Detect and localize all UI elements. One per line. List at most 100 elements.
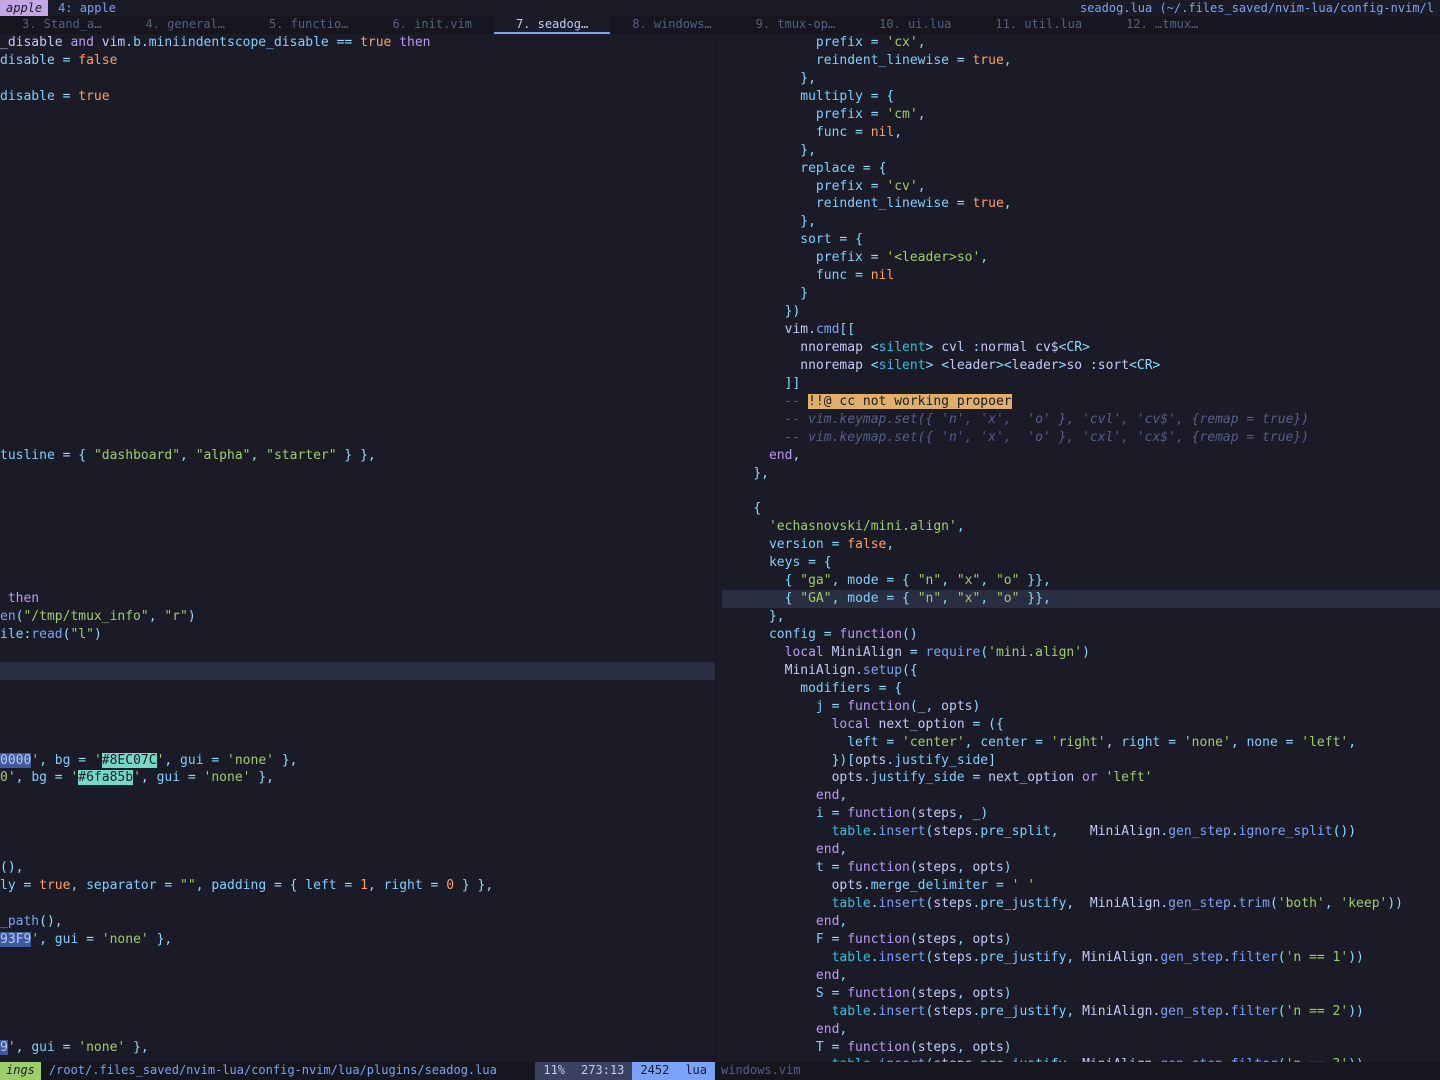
code-line[interactable]: end, — [722, 913, 1440, 931]
code-line[interactable] — [0, 985, 715, 1003]
code-line[interactable] — [0, 142, 715, 160]
code-line[interactable]: prefix = 'cx', — [722, 34, 1440, 52]
code-line[interactable]: -- vim.keymap.set({ 'n', 'x', 'o' }, 'cx… — [722, 429, 1440, 447]
code-line[interactable] — [0, 213, 715, 231]
code-line[interactable] — [0, 841, 715, 859]
code-line[interactable]: -- !!@ cc not working propoer — [722, 393, 1440, 411]
code-line[interactable]: replace = { — [722, 160, 1440, 178]
buffer-tab[interactable]: 4. general… — [123, 16, 246, 34]
code-line[interactable]: T = function(steps, opts) — [722, 1039, 1440, 1057]
code-line[interactable]: }, — [722, 465, 1440, 483]
editor-pane-right[interactable]: prefix = 'cx', reindent_linewise = true,… — [715, 34, 1440, 1062]
code-line[interactable] — [0, 429, 715, 447]
buffer-tab[interactable]: 11. util.lua — [973, 16, 1104, 34]
code-line[interactable]: reindent_linewise = true, — [722, 52, 1440, 70]
code-line[interactable] — [0, 160, 715, 178]
code-line[interactable]: disable = false — [0, 52, 715, 70]
code-line[interactable] — [0, 321, 715, 339]
code-line[interactable]: prefix = 'cv', — [722, 178, 1440, 196]
buffer-tab[interactable]: 6. init.vim — [370, 16, 493, 34]
code-line[interactable] — [0, 70, 715, 88]
code-line[interactable] — [0, 823, 715, 841]
code-line[interactable]: func = nil, — [722, 124, 1440, 142]
code-line[interactable]: table.insert(steps.pre_justify, MiniAlig… — [722, 1003, 1440, 1021]
code-line[interactable]: func = nil — [722, 267, 1440, 285]
code-line[interactable]: sort = { — [722, 231, 1440, 249]
code-line[interactable]: left = 'center', center = 'right', right… — [722, 734, 1440, 752]
buffer-tab[interactable]: 5. functio… — [247, 16, 370, 34]
code-line[interactable]: end, — [722, 841, 1440, 859]
code-line[interactable]: nnoremap <silent> cvl :normal cv$<CR> — [722, 339, 1440, 357]
buffer-tab[interactable]: 12. …tmux… — [1104, 16, 1220, 34]
code-line[interactable]: reindent_linewise = true, — [722, 195, 1440, 213]
code-line[interactable]: j = function(_, opts) — [722, 698, 1440, 716]
code-line[interactable]: tusline = { "dashboard", "alpha", "start… — [0, 447, 715, 465]
code-line[interactable] — [0, 1003, 715, 1021]
code-line[interactable] — [0, 106, 715, 124]
code-line[interactable]: keys = { — [722, 554, 1440, 572]
code-line[interactable]: 0', bg = '#6fa85b', gui = 'none' }, — [0, 769, 715, 787]
code-line[interactable]: opts.justify_side = next_option or 'left… — [722, 769, 1440, 787]
code-line[interactable]: nnoremap <silent> <leader><leader>so :so… — [722, 357, 1440, 375]
code-line[interactable]: F = function(steps, opts) — [722, 931, 1440, 949]
code-line[interactable] — [0, 554, 715, 572]
code-line[interactable]: { "ga", mode = { "n", "x", "o" }}, — [722, 572, 1440, 590]
code-line[interactable] — [0, 249, 715, 267]
code-line[interactable] — [0, 482, 715, 500]
tmux-window-active[interactable]: 4: apple — [48, 0, 126, 16]
code-line[interactable] — [0, 285, 715, 303]
code-line[interactable]: }, — [722, 213, 1440, 231]
code-line[interactable] — [0, 787, 715, 805]
code-line[interactable]: prefix = '<leader>so', — [722, 249, 1440, 267]
code-line[interactable]: version = false, — [722, 536, 1440, 554]
code-line[interactable]: 9', gui = 'none' }, — [0, 1039, 715, 1057]
code-line[interactable] — [0, 267, 715, 285]
code-line[interactable] — [0, 895, 715, 913]
code-line[interactable]: ly = true, separator = "", padding = { l… — [0, 877, 715, 895]
code-line[interactable] — [0, 500, 715, 518]
code-line[interactable]: 93F9', gui = 'none' }, — [0, 931, 715, 949]
code-line[interactable]: end, — [722, 787, 1440, 805]
code-line[interactable]: _path(), — [0, 913, 715, 931]
code-line[interactable] — [0, 195, 715, 213]
code-line[interactable] — [0, 662, 715, 680]
code-line[interactable]: i = function(steps, _) — [722, 805, 1440, 823]
code-line[interactable] — [0, 805, 715, 823]
code-line[interactable] — [0, 572, 715, 590]
code-line[interactable]: } — [722, 285, 1440, 303]
code-line[interactable] — [0, 949, 715, 967]
code-line[interactable] — [0, 357, 715, 375]
code-line[interactable]: local next_option = ({ — [722, 716, 1440, 734]
code-line[interactable]: table.insert(steps.pre_justify, MiniAlig… — [722, 949, 1440, 967]
code-line[interactable]: }, — [722, 608, 1440, 626]
code-line[interactable]: S = function(steps, opts) — [722, 985, 1440, 1003]
code-line[interactable]: end, — [722, 1021, 1440, 1039]
code-line[interactable] — [0, 716, 715, 734]
code-line[interactable]: ile:read("l") — [0, 626, 715, 644]
code-line[interactable]: (), — [0, 859, 715, 877]
code-line[interactable] — [0, 393, 715, 411]
code-line[interactable] — [0, 967, 715, 985]
code-line[interactable] — [0, 303, 715, 321]
code-line[interactable]: modifiers = { — [722, 680, 1440, 698]
code-line[interactable]: en("/tmp/tmux_info", "r") — [0, 608, 715, 626]
code-line[interactable]: table.insert(steps.pre_split, MiniAlign.… — [722, 823, 1440, 841]
buffer-tab[interactable]: 9. tmux-op… — [734, 16, 857, 34]
code-line[interactable]: 0000', bg = '#8EC07C', gui = 'none' }, — [0, 752, 715, 770]
code-line[interactable]: }, — [722, 70, 1440, 88]
code-line[interactable] — [0, 680, 715, 698]
code-line[interactable]: { "GA", mode = { "n", "x", "o" }}, — [722, 590, 1440, 608]
code-line[interactable]: end, — [722, 967, 1440, 985]
code-line[interactable] — [0, 644, 715, 662]
code-line[interactable]: disable = true — [0, 88, 715, 106]
code-line[interactable]: _disable and vim.b.miniindentscope_disab… — [0, 34, 715, 52]
code-line[interactable] — [0, 411, 715, 429]
code-line[interactable]: { — [722, 500, 1440, 518]
code-line[interactable]: table.insert(steps.pre_justify, MiniAlig… — [722, 895, 1440, 913]
code-line[interactable]: ]] — [722, 375, 1440, 393]
code-line[interactable] — [0, 1021, 715, 1039]
editor-pane-left[interactable]: _disable and vim.b.miniindentscope_disab… — [0, 34, 715, 1062]
code-line[interactable] — [0, 339, 715, 357]
code-line[interactable]: }, — [722, 142, 1440, 160]
code-line[interactable] — [0, 231, 715, 249]
